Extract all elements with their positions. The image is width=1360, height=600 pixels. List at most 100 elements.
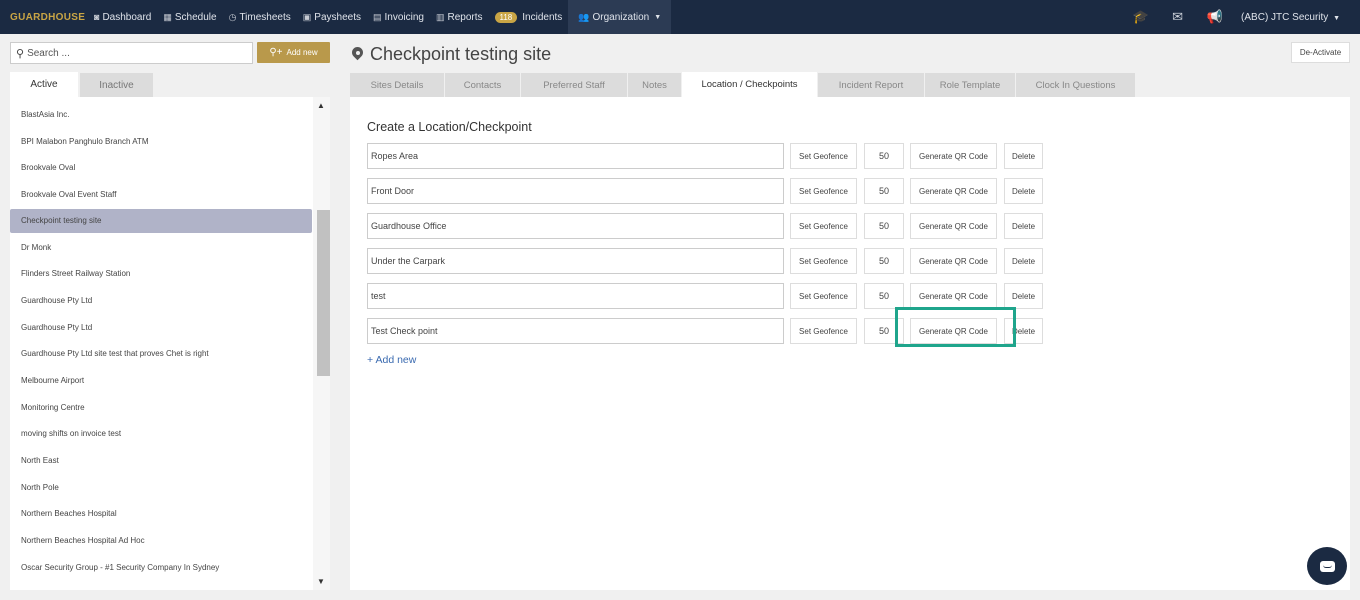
site-list-item[interactable]: Oscar Security Group - #1 Security Compa… [10,554,312,581]
scroll-up-arrow-icon[interactable]: ▲ [317,101,325,110]
scrollbar-thumb[interactable] [317,210,330,376]
set-geofence-button[interactable]: Set Geofence [790,178,857,204]
delete-checkpoint-button[interactable]: Delete [1004,178,1043,204]
radius-input[interactable]: 50 [864,248,904,274]
site-list-item[interactable]: Guardhouse Pty Ltd [10,287,312,314]
account-menu[interactable]: (ABC) JTC Security ▼ [1233,12,1360,23]
generate-qr-code-button[interactable]: Generate QR Code [910,283,997,309]
radius-input[interactable]: 50 [864,143,904,169]
nav-label: Timesheets [239,11,291,23]
checkpoint-row: Guardhouse Office Set Geofence 50 Generate … [367,213,1047,239]
checkpoint-name-input[interactable]: test [367,283,784,309]
tab-clock-in-questions[interactable]: Clock In Questions [1016,73,1136,97]
set-geofence-button[interactable]: Set Geofence [790,318,857,344]
site-list-item[interactable]: Flinders Street Railway Station [10,260,312,287]
deactivate-button[interactable]: De-Activate [1291,42,1350,63]
generate-qr-code-button[interactable]: Generate QR Code [910,213,997,239]
tab-role-template[interactable]: Role Template [925,73,1016,97]
tab-sites-details[interactable]: Sites Details [350,73,445,97]
delete-checkpoint-button[interactable]: Delete [1004,213,1043,239]
chevron-down-icon: ▼ [1333,14,1340,22]
chat-widget-button[interactable] [1307,547,1347,585]
nav-schedule[interactable]: ▦ Schedule [157,0,222,34]
clock-icon: ◷ [228,11,237,22]
site-list-item[interactable]: BlastAsia Inc. [10,101,312,128]
map-marker-icon [352,47,363,62]
set-geofence-button[interactable]: Set Geofence [790,248,857,274]
checkpoint-row: Under the Carpark Set Geofence 50 Generate … [367,248,1047,274]
megaphone-icon[interactable]: 📢 [1196,9,1233,25]
tab-inactive-sites[interactable]: Inactive [80,73,153,97]
nav-invoicing[interactable]: ▤ Invoicing [367,0,430,34]
tab-incident-report[interactable]: Incident Report [818,73,925,97]
set-geofence-button[interactable]: Set Geofence [790,213,857,239]
delete-checkpoint-button[interactable]: Delete [1004,143,1043,169]
add-checkpoint-link[interactable]: + Add new [367,354,416,366]
site-list: BlastAsia Inc. BPI Malabon Panghulo Branc… [10,97,330,590]
site-list-item[interactable]: North East [10,447,312,474]
checkpoint-name-input[interactable]: Front Door [367,178,784,204]
set-geofence-button[interactable]: Set Geofence [790,283,857,309]
generate-qr-code-button[interactable]: Generate QR Code [910,143,997,169]
mail-icon[interactable]: ✉ [1159,9,1196,25]
brand-logo[interactable]: GUARDHOUSE [0,12,88,23]
nav-incidents[interactable]: 118 Incidents [489,0,569,34]
checkpoint-name-input[interactable]: Under the Carpark [367,248,784,274]
page-title: Checkpoint testing site [352,44,551,65]
radius-input[interactable]: 50 [864,178,904,204]
chat-icon [1319,560,1335,572]
nav-reports[interactable]: ▥ Reports [430,0,489,34]
tab-preferred-staff[interactable]: Preferred Staff [521,73,628,97]
checkpoint-row: Front Door Set Geofence 50 Generate QR Code… [367,178,1047,204]
radius-input[interactable]: 50 [864,213,904,239]
site-list-item[interactable]: Brookvale Oval Event Staff [10,181,312,208]
generate-qr-code-button[interactable]: Generate QR Code [910,248,997,274]
nav-incidents-label: Incidents [522,11,563,23]
nav-timesheets[interactable]: ◷ Timesheets [223,0,297,34]
site-list-item[interactable]: moving shifts on invoice test [10,421,312,448]
checkpoint-panel: Create a Location/Checkpoint Ropes Area S… [350,97,1350,590]
calendar-icon: ▦ [163,11,172,22]
checkpoint-name-input[interactable]: Guardhouse Office [367,213,784,239]
site-list-item[interactable]: Northern Beaches Hospital Ad Hoc [10,527,312,554]
checkpoint-name-input[interactable]: Test Check point [367,318,784,344]
site-list-item[interactable]: Monitoring Centre [10,394,312,421]
add-site-button[interactable]: ⚲+ Add new [257,42,330,63]
nav-dashboard[interactable]: ◙ Dashboard [88,0,157,34]
list-scrollbar[interactable]: ▲ ▼ [313,97,330,590]
site-list-item[interactable]: Guardhouse Pty Ltd site test that proves… [10,341,312,368]
table-icon: ▥ [435,11,445,22]
scroll-down-arrow-icon[interactable]: ▼ [317,577,325,586]
search-input[interactable]: ⚲ Search ... [10,42,253,64]
search-placeholder: Search ... [27,47,70,59]
tab-contacts[interactable]: Contacts [445,73,521,97]
radius-input[interactable]: 50 [864,283,904,309]
users-icon: 👥 [578,11,590,22]
set-geofence-button[interactable]: Set Geofence [790,143,857,169]
highlight-box [895,307,1016,347]
generate-qr-code-button[interactable]: Generate QR Code [910,178,997,204]
site-list-item[interactable]: Melbourne Airport [10,367,312,394]
tab-notes[interactable]: Notes [628,73,682,97]
delete-checkpoint-button[interactable]: Delete [1004,283,1043,309]
nav-label: Schedule [174,11,217,23]
delete-checkpoint-button[interactable]: Delete [1004,248,1043,274]
checkpoint-row: test Set Geofence 50 Generate QR Code Delete [367,283,1047,309]
invoice-icon: ▤ [372,11,382,22]
graduation-cap-icon[interactable]: 🎓 [1122,9,1159,25]
map-pin-plus-icon: ⚲+ [269,47,283,58]
site-list-item[interactable]: Dr Monk [10,234,312,261]
site-list-item[interactable]: North Pole [10,474,312,501]
site-list-item[interactable]: BPI Malabon Panghulo Branch ATM [10,128,312,155]
site-list-item[interactable]: Northern Beaches Hospital [10,501,312,528]
checkpoint-name-input[interactable]: Ropes Area [367,143,784,169]
tab-active-sites[interactable]: Active [10,72,78,97]
nav-label: Invoicing [384,11,424,23]
site-list-item[interactable]: Brookvale Oval [10,154,312,181]
nav-organization-label: Organization [592,11,650,23]
tab-location-checkpoints[interactable]: Location / Checkpoints [682,72,818,97]
nav-paysheets[interactable]: ▣ Paysheets [297,0,367,34]
nav-organization[interactable]: 👥 Organization ▼ [568,0,672,34]
site-list-item[interactable]: Checkpoint testing site [10,208,312,233]
site-list-item[interactable]: Guardhouse Pty Ltd [10,314,312,341]
